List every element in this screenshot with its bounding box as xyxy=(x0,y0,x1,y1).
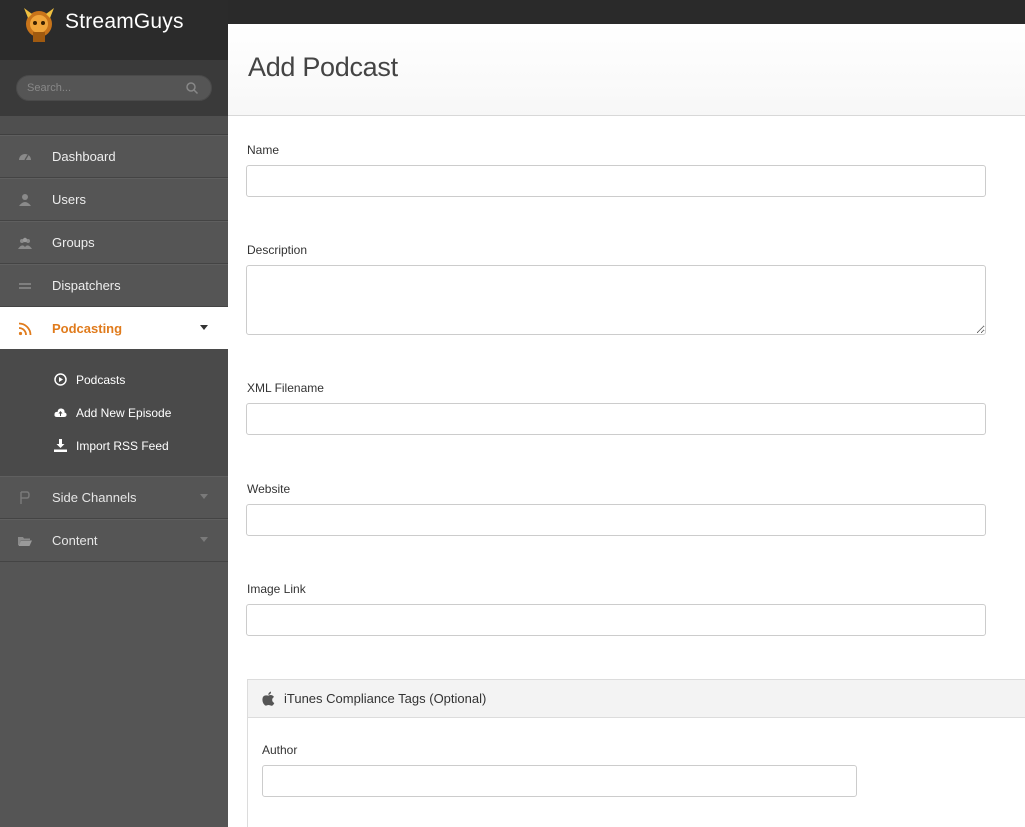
cloud-upload-icon xyxy=(54,408,67,417)
website-label: Website xyxy=(247,482,291,496)
sidebar-item-label: Side Channels xyxy=(52,490,137,505)
page-header: Add Podcast xyxy=(228,24,1025,116)
download-icon xyxy=(54,439,67,452)
sidebar-item-label: Content xyxy=(52,533,98,548)
brand-name: StreamGuys xyxy=(65,10,184,33)
caret-down-icon[interactable] xyxy=(200,325,208,331)
streamguys-logo-icon xyxy=(24,8,54,42)
sidebar-item-dispatchers[interactable]: Dispatchers xyxy=(0,264,228,307)
sidebar-item-label: Users xyxy=(52,192,86,207)
itunes-panel-title: iTunes Compliance Tags (Optional) xyxy=(284,691,487,706)
submenu-item-label: Import RSS Feed xyxy=(76,439,169,453)
submenu-item-import-rss-feed[interactable]: Import RSS Feed xyxy=(0,431,228,461)
side-channels-icon xyxy=(20,491,30,504)
image-link-label: Image Link xyxy=(247,582,306,596)
image-link-input[interactable] xyxy=(246,604,986,636)
submenu-item-add-new-episode[interactable]: Add New Episode xyxy=(0,398,228,428)
sidebar: StreamGuys Dashboard Users Groups xyxy=(0,0,228,827)
brand[interactable]: StreamGuys xyxy=(0,0,228,60)
sidebar-item-label: Podcasting xyxy=(52,321,123,336)
sidebar-item-side-channels[interactable]: Side Channels xyxy=(0,476,228,519)
sidebar-item-dashboard[interactable]: Dashboard xyxy=(0,135,228,178)
itunes-panel: iTunes Compliance Tags (Optional) Author xyxy=(247,679,1025,827)
search-input[interactable] xyxy=(27,82,177,94)
user-icon xyxy=(19,194,31,206)
nav-spacer xyxy=(0,116,228,135)
description-textarea[interactable] xyxy=(246,265,986,335)
podcasting-submenu: Podcasts Add New Episode Import RSS Feed xyxy=(0,349,228,476)
xml-filename-input[interactable] xyxy=(246,403,986,435)
apple-icon xyxy=(262,691,275,706)
sidebar-item-podcasting[interactable]: Podcasting xyxy=(0,307,228,350)
name-label: Name xyxy=(247,143,280,157)
dashboard-icon xyxy=(19,154,31,161)
description-label: Description xyxy=(247,243,308,257)
search-icon[interactable] xyxy=(185,81,199,95)
submenu-item-label: Podcasts xyxy=(76,373,126,387)
rss-icon xyxy=(18,322,32,336)
caret-down-icon[interactable] xyxy=(200,537,208,543)
page-title: Add Podcast xyxy=(248,52,398,82)
group-icon xyxy=(18,237,32,249)
play-circle-icon xyxy=(54,373,67,386)
author-label: Author xyxy=(262,743,298,757)
sidebar-item-groups[interactable]: Groups xyxy=(0,221,228,264)
main-content: Add Podcast Name Description XML Filenam… xyxy=(228,24,1025,827)
exchange-icon xyxy=(19,283,31,289)
website-input[interactable] xyxy=(246,504,986,536)
xml-filename-label: XML Filename xyxy=(247,381,324,395)
itunes-panel-header: iTunes Compliance Tags (Optional) xyxy=(248,680,1025,718)
author-input[interactable] xyxy=(262,765,857,797)
sidebar-item-label: Dispatchers xyxy=(52,278,121,293)
caret-down-icon[interactable] xyxy=(200,494,208,500)
submenu-item-label: Add New Episode xyxy=(76,406,172,420)
search-box[interactable] xyxy=(16,75,212,101)
sidebar-item-label: Dashboard xyxy=(52,149,116,164)
name-input[interactable] xyxy=(246,165,986,197)
submenu-item-podcasts[interactable]: Podcasts xyxy=(0,365,228,395)
sidebar-item-users[interactable]: Users xyxy=(0,178,228,221)
sidebar-item-content[interactable]: Content xyxy=(0,519,228,562)
folder-open-icon xyxy=(18,537,32,546)
sidebar-item-label: Groups xyxy=(52,235,95,250)
